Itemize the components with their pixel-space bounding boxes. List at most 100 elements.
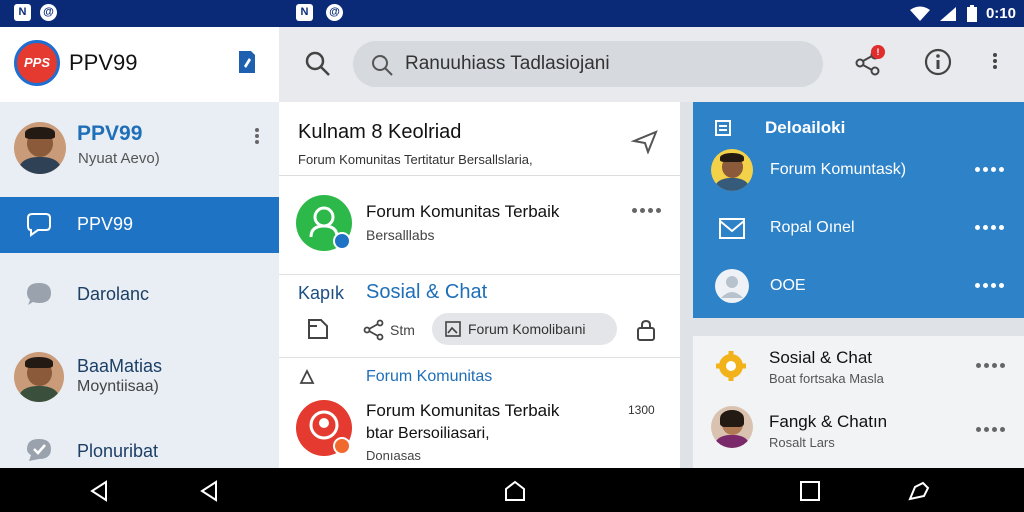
- group-avatar: [296, 400, 352, 456]
- post-extra: Donıasas: [366, 448, 421, 463]
- list-item-label: Ropal Oınel: [770, 219, 855, 236]
- post-subtitle: Bersalllabs: [366, 227, 435, 243]
- user-icon: [309, 206, 351, 250]
- back-icon[interactable]: [197, 479, 221, 503]
- right-panel-title: Deloailoki: [765, 118, 846, 137]
- list-item[interactable]: Forum Komunitas Forum Komunitas Terbaik …: [279, 359, 680, 468]
- post-title: Forum Komunitas Terbaik: [366, 202, 560, 221]
- back-icon[interactable]: [87, 479, 111, 503]
- more-options-icon[interactable]: [975, 225, 1004, 230]
- page-title: Kulnam 8 Keolriad: [298, 121, 462, 143]
- list-item-title: Sosial & Chat: [769, 348, 872, 367]
- search-icon: [372, 55, 393, 76]
- avatar: [14, 122, 66, 174]
- right-panel-header: Deloailoki: [715, 117, 845, 139]
- panel-divider: [693, 318, 1024, 336]
- notification-b-icon: @: [40, 4, 57, 21]
- sidebar-item-label: BaaMatias: [77, 356, 163, 376]
- sidebar-item-darolanc[interactable]: Darolanc: [0, 267, 279, 323]
- list-item-subtitle: Boat fortsaka Masla: [769, 371, 884, 386]
- post-category: Forum Komunitas: [366, 368, 493, 385]
- gear-icon: [716, 351, 746, 381]
- clock: 0:10: [985, 5, 1016, 22]
- more-options-icon[interactable]: [976, 427, 1005, 432]
- section-social-chat: Kapık Sosial & Chat Stm Forum Komolibaın…: [279, 274, 680, 358]
- share-icon: [363, 319, 384, 341]
- search-bar[interactable]: [353, 41, 823, 87]
- list-item[interactable]: Ropal Oınel: [693, 200, 1024, 256]
- avatar: [711, 406, 753, 448]
- list-item[interactable]: Fangk & Chatın Rosalt Lars: [693, 400, 1024, 466]
- list-icon: [715, 120, 731, 136]
- wifi-icon: [909, 6, 930, 21]
- list-item[interactable]: OOE: [693, 258, 1024, 314]
- list-item-subtitle: Rosalt Lars: [769, 435, 835, 450]
- send-icon[interactable]: [631, 128, 659, 154]
- forum-chip-label: Forum Komolibaıni: [468, 321, 586, 337]
- feed-header: Kulnam 8 Keolriad Forum Komunitas Tertit…: [279, 102, 680, 176]
- group-avatar: [296, 195, 352, 251]
- list-item[interactable]: Forum Komunitas Terbaik Bersalllabs: [279, 177, 680, 274]
- post-count: 1300: [628, 403, 655, 417]
- app-logo: PPS: [14, 40, 60, 86]
- top-bar: !: [279, 27, 1024, 102]
- search-input[interactable]: [405, 50, 805, 78]
- signal-icon: [939, 6, 956, 21]
- share-label: Stm: [390, 322, 415, 338]
- notification-a-icon: N: [296, 4, 313, 21]
- section-left-label: Kapık: [298, 283, 345, 303]
- rotate-icon[interactable]: [907, 479, 931, 503]
- profile-card[interactable]: PPV99 Nyuat Aevo): [0, 102, 279, 197]
- profile-name: PPV99: [77, 122, 143, 145]
- recents-icon[interactable]: [798, 479, 822, 503]
- sidebar-item-ppv99[interactable]: PPV99: [0, 197, 279, 253]
- column-divider: [680, 102, 693, 468]
- sidebar-item-plonuribat[interactable]: Plonuribat: [0, 425, 279, 468]
- image-icon: [445, 321, 461, 337]
- notification-badge: !: [871, 45, 885, 59]
- more-options-icon[interactable]: [254, 126, 260, 148]
- edit-icon[interactable]: [306, 317, 330, 341]
- status-icons: 0:10: [909, 2, 1016, 25]
- share-button[interactable]: Stm: [363, 315, 415, 345]
- system-nav-bar: [0, 468, 1024, 512]
- sidebar-item-label: Plonuribat: [77, 441, 159, 461]
- sidebar-item-baamatias[interactable]: BaaMatias Moyntiisaa): [0, 347, 279, 409]
- forum-chip[interactable]: Forum Komolibaıni: [432, 313, 617, 345]
- notification-a-icon: N: [14, 4, 31, 21]
- app-title: PPV99: [69, 50, 138, 75]
- info-icon[interactable]: [923, 47, 957, 81]
- compose-icon[interactable]: [236, 49, 258, 75]
- post-title: Forum Komunitas Terbaik: [366, 401, 560, 420]
- pin-icon: [299, 368, 315, 384]
- list-item[interactable]: Forum Komuntask): [693, 142, 1024, 198]
- section-title: Sosial & Chat: [366, 281, 488, 303]
- search-icon[interactable]: [303, 49, 333, 79]
- mail-icon: [719, 218, 745, 239]
- main-feed: Kulnam 8 Keolriad Forum Komunitas Tertit…: [279, 102, 680, 468]
- app-root: N @ N @ 0:10 PPS PPV99 PPV99 Nyuat Aevo): [0, 0, 1024, 512]
- right-list: Sosial & Chat Boat fortsaka Masla Fangk …: [693, 336, 1024, 468]
- avatar: [711, 149, 753, 191]
- overflow-menu-icon[interactable]: [992, 51, 998, 73]
- post-subtitle: btar Bersoiliasari,: [366, 425, 490, 442]
- more-options-icon[interactable]: [976, 363, 1005, 368]
- notification-b-icon: @: [326, 4, 343, 21]
- more-options-icon[interactable]: [975, 283, 1004, 288]
- check-chat-icon: [27, 439, 51, 461]
- brand-header: PPS PPV99: [0, 27, 279, 102]
- community-icon: [309, 410, 351, 455]
- sidebar: PPS PPV99 PPV99 Nyuat Aevo) PPV99 Darola…: [0, 27, 279, 468]
- battery-icon: [966, 4, 977, 22]
- user-placeholder-icon: [715, 269, 749, 303]
- right-panel: Deloailoki Forum Komuntask) Ropal Oınel …: [693, 102, 1024, 318]
- list-item[interactable]: Sosial & Chat Boat fortsaka Masla: [693, 336, 1024, 398]
- home-icon[interactable]: [503, 479, 527, 503]
- lock-icon[interactable]: [636, 319, 656, 341]
- share-button[interactable]: !: [853, 45, 887, 81]
- more-options-icon[interactable]: [632, 208, 661, 213]
- profile-subtitle: Nyuat Aevo): [78, 150, 160, 167]
- more-options-icon[interactable]: [975, 167, 1004, 172]
- sidebar-item-label: PPV99: [77, 214, 134, 234]
- list-item-label: OOE: [770, 277, 806, 294]
